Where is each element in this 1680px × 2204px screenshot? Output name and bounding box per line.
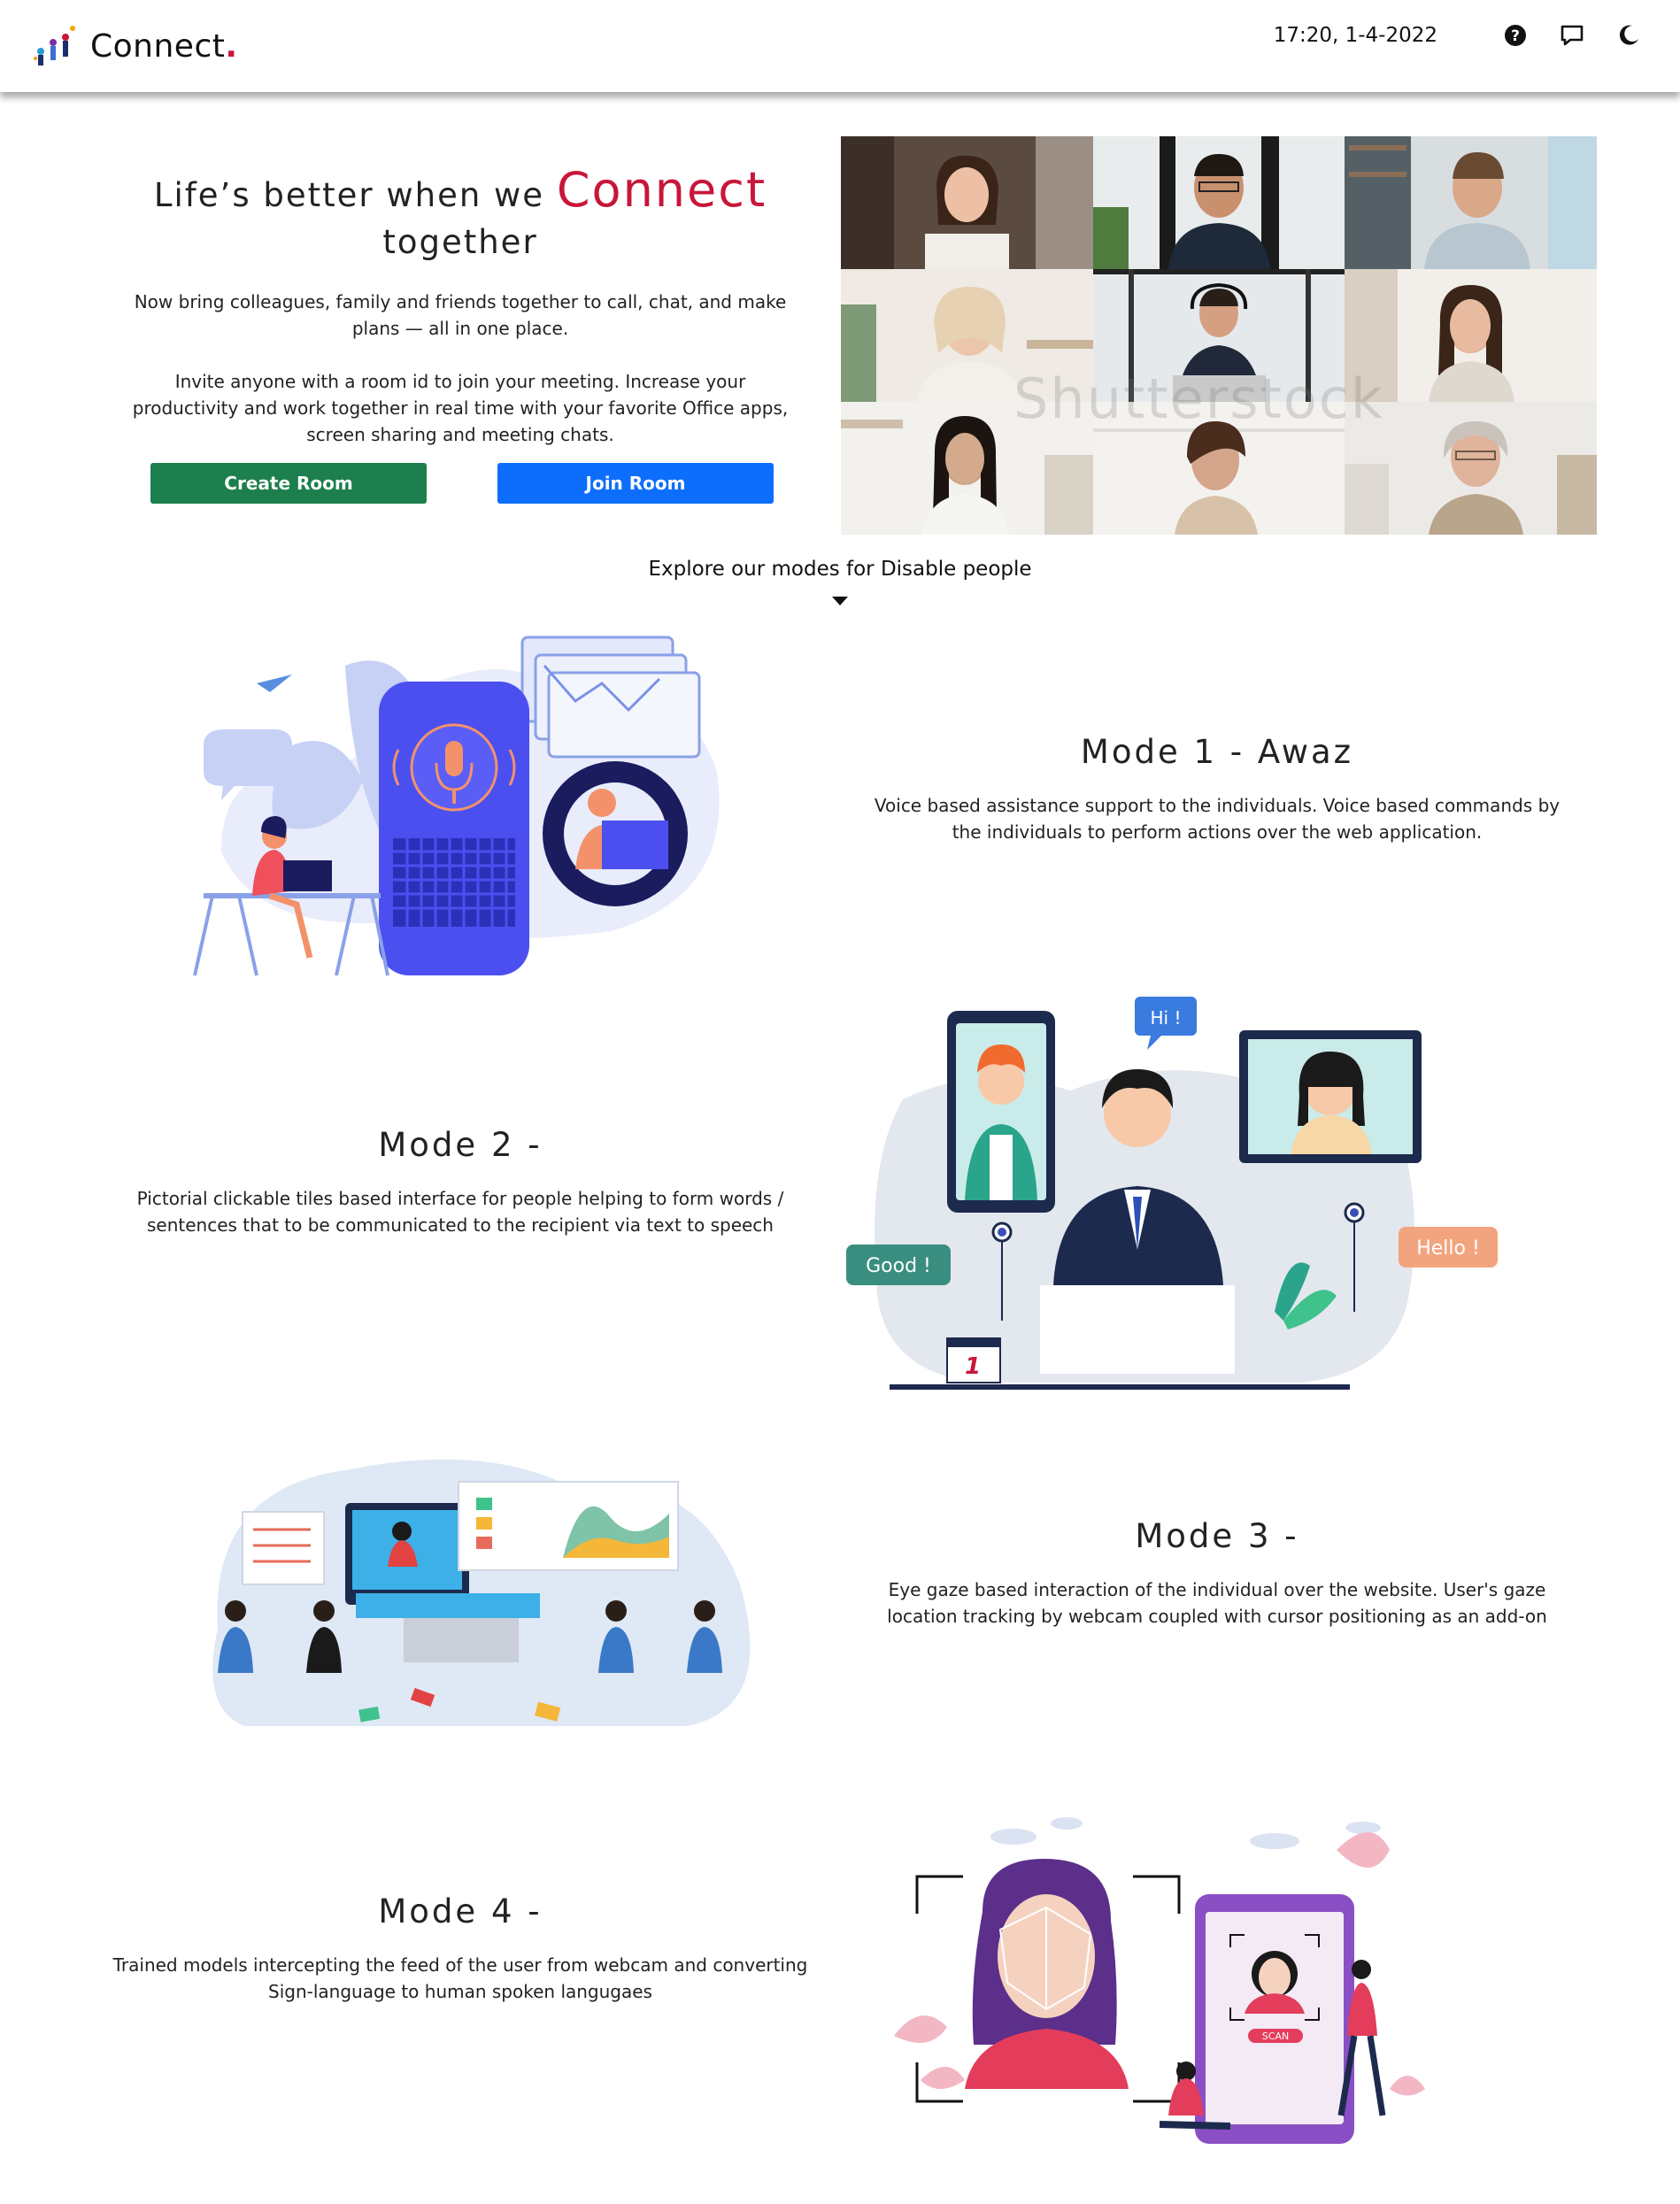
watermark-text: Shutterstock <box>1013 366 1384 431</box>
help-icon[interactable]: ? <box>1503 23 1528 48</box>
mode-3-description: Eye gaze based interaction of the indivi… <box>887 1579 1547 1627</box>
hero-paragraph-2: Invite anyone with a room id to join you… <box>132 371 789 446</box>
caret-down-icon[interactable] <box>832 597 848 605</box>
participant-tile <box>841 136 1093 269</box>
mode-4-description: Trained models intercepting the feed of … <box>112 1954 808 2002</box>
svg-text:?: ? <box>1511 27 1520 45</box>
dark-mode-icon[interactable] <box>1616 23 1641 48</box>
mode-3-section: Mode 3 - Eye gaze based interaction of t… <box>859 1517 1576 1630</box>
mode-3-title: Mode 3 - <box>1135 1517 1299 1555</box>
hero-title: Life’s better when we Connect together <box>153 162 767 262</box>
mode-4-section: Mode 4 - Trained models intercepting the… <box>106 1892 814 2005</box>
hi-bubble-text: Hi ! <box>1151 1007 1182 1029</box>
eye-gaze-illustration <box>212 1459 751 1726</box>
top-navbar: Connect. 17:20, 1-4-2022 ? <box>0 0 1680 92</box>
mode-1-description: Voice based assistance support to the in… <box>874 795 1561 843</box>
brand-logo-icon <box>34 26 75 66</box>
brand-name: Connect. <box>90 27 238 65</box>
video-call-grid-image <box>841 136 1597 535</box>
mode-2-description: Pictorial clickable tiles based interfac… <box>136 1188 784 1236</box>
mode-1-section: Mode 1 - Awaz Voice based assistance sup… <box>859 733 1576 845</box>
join-room-button[interactable]: Join Room <box>497 463 774 504</box>
calendar-text: 1 <box>965 1353 981 1380</box>
datetime: 17:20, 1-4-2022 <box>1273 24 1437 47</box>
voice-assistant-illustration <box>193 636 720 976</box>
participant-tile <box>1092 136 1345 269</box>
video-chat-illustration: Hi ! Good ! Hello ! 1 <box>846 997 1498 1390</box>
mode-4-title: Mode 4 - <box>378 1892 543 1930</box>
good-bubble-text: Good ! <box>866 1255 931 1277</box>
sign-language-illustration: SCAN <box>894 1817 1425 2144</box>
explore-heading: Explore our modes for Disable people <box>648 558 1032 581</box>
create-room-button[interactable]: Create Room <box>150 463 427 504</box>
hello-bubble-text: Hello ! <box>1416 1237 1480 1260</box>
participant-tile <box>1345 136 1597 269</box>
chat-icon[interactable] <box>1560 23 1584 48</box>
mode-2-title: Mode 2 - <box>378 1126 543 1164</box>
mode-1-title: Mode 1 - Awaz <box>1080 733 1354 771</box>
mode-2-section: Mode 2 - Pictorial clickable tiles based… <box>106 1126 814 1238</box>
hero-paragraph-1: Now bring colleagues, family and friends… <box>134 291 787 340</box>
hero-section: Life’s better when we Connect together N… <box>106 159 814 448</box>
scan-button-text: SCAN <box>1262 2031 1289 2042</box>
brand[interactable]: Connect. <box>30 21 238 71</box>
